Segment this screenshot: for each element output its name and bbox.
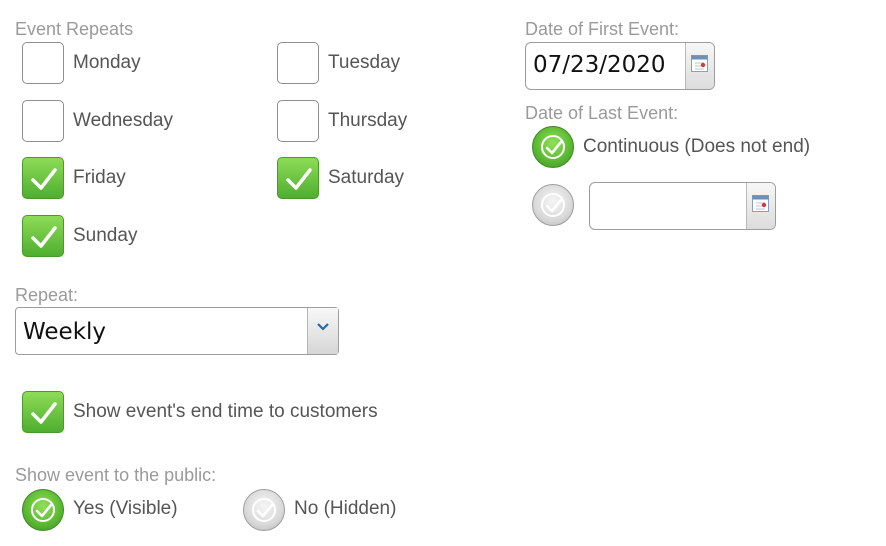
last-event-date-input[interactable] [589, 182, 776, 230]
checkmark-icon [31, 226, 57, 248]
public-yes-label[interactable]: Yes (Visible) [73, 498, 178, 520]
checkmark-icon [545, 198, 563, 213]
first-event-date-input[interactable]: 07/23/2020 [525, 42, 715, 90]
dropdown-arrow[interactable] [307, 308, 338, 354]
friday-label[interactable]: Friday [73, 167, 126, 189]
monday-label[interactable]: Monday [73, 52, 141, 74]
public-no-radio[interactable] [243, 489, 285, 531]
first-event-date-value: 07/23/2020 [533, 52, 666, 78]
public-no-label[interactable]: No (Hidden) [294, 498, 396, 520]
thursday-label[interactable]: Thursday [328, 110, 407, 132]
wednesday-label[interactable]: Wednesday [73, 110, 173, 132]
event-repeats-label: Event Repeats [15, 19, 134, 39]
continuous-radio[interactable] [532, 126, 574, 168]
show-end-time-checkbox[interactable] [22, 391, 64, 433]
public-yes-radio[interactable] [22, 489, 64, 531]
checkmark-icon [545, 140, 563, 155]
friday-checkbox[interactable] [22, 157, 64, 199]
monday-checkbox[interactable] [22, 42, 64, 84]
saturday-label[interactable]: Saturday [328, 167, 404, 189]
thursday-checkbox[interactable] [277, 100, 319, 142]
wednesday-checkbox[interactable] [22, 100, 64, 142]
calendar-icon [691, 55, 708, 72]
end-date-radio[interactable] [532, 184, 574, 226]
last-event-label: Date of Last Event: [525, 103, 679, 123]
checkmark-icon [31, 402, 57, 424]
continuous-label[interactable]: Continuous (Does not end) [583, 136, 810, 158]
repeat-label: Repeat: [15, 285, 79, 305]
tuesday-label[interactable]: Tuesday [328, 52, 400, 74]
public-visibility-label: Show event to the public: [15, 465, 217, 485]
repeat-select-value: Weekly [23, 319, 107, 345]
first-event-calendar-button[interactable] [685, 43, 714, 89]
repeat-select[interactable]: Weekly [15, 307, 339, 355]
checkmark-icon [35, 503, 53, 518]
checkmark-icon [286, 168, 312, 190]
checkmark-icon [31, 168, 57, 190]
saturday-checkbox[interactable] [277, 157, 319, 199]
calendar-icon [752, 195, 769, 212]
checkmark-icon [256, 503, 274, 518]
tuesday-checkbox[interactable] [277, 42, 319, 84]
first-event-label: Date of First Event: [525, 19, 680, 39]
show-end-time-label[interactable]: Show event's end time to customers [73, 401, 378, 423]
sunday-label[interactable]: Sunday [73, 225, 137, 247]
chevron-down-icon [317, 323, 329, 331]
last-event-calendar-button[interactable] [746, 183, 775, 229]
sunday-checkbox[interactable] [22, 215, 64, 257]
